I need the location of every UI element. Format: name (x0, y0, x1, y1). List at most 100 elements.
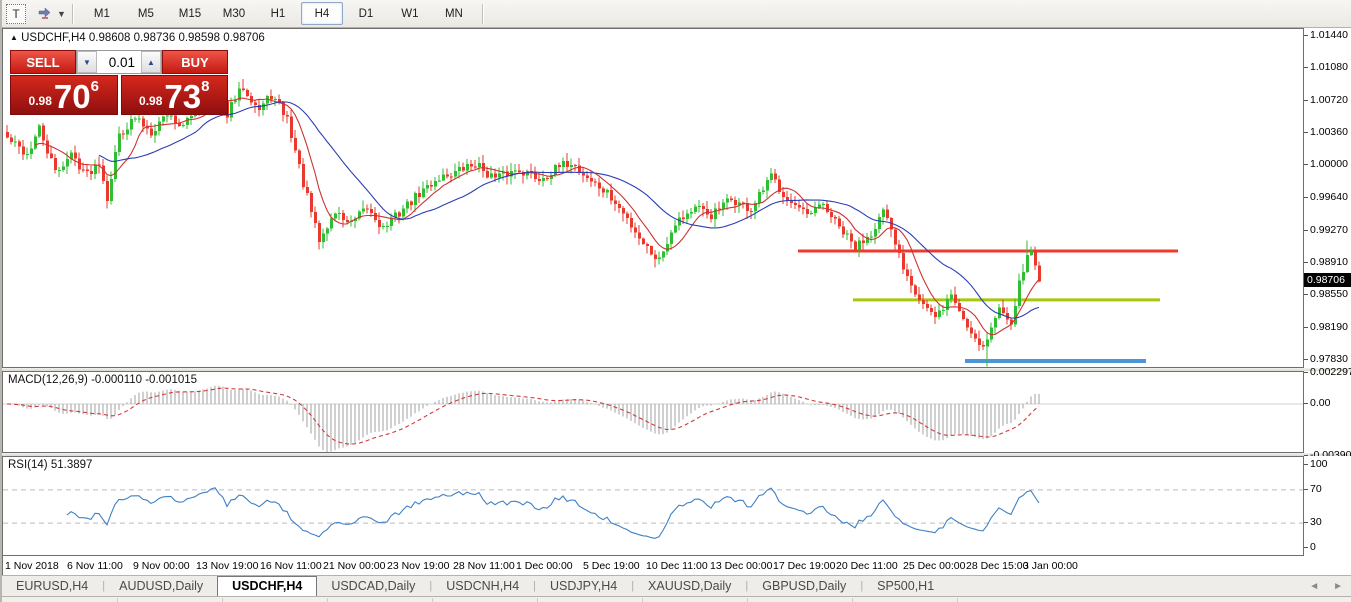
toolbar: T ▼ M1M5M15M30H1H4D1W1MN (2, 0, 1351, 28)
buy-price-prefix: 0.98 (139, 94, 162, 108)
macd-name: MACD(12,26,9) (8, 374, 88, 386)
status-strip (2, 596, 1351, 602)
rsi-axis[interactable]: 100 70 30 0 (1304, 456, 1351, 556)
chart-tab-sp500[interactable]: SP500,H1 (863, 577, 948, 596)
rsi-panel[interactable] (2, 456, 1304, 556)
macd-axis[interactable]: 0.0022970.00-0.003904 (1304, 371, 1351, 453)
status-separator (537, 598, 538, 602)
chart-tab-usdchf[interactable]: USDCHF,H4 (217, 576, 317, 596)
time-axis-label: 5 Dec 19:00 (583, 560, 640, 572)
sell-price-main: 70 (54, 83, 91, 111)
timeframe-button-group: M1M5M15M30H1H4D1W1MN (80, 2, 476, 25)
sell-price-display[interactable]: 0.98 70 6 (10, 75, 118, 115)
mt4-window: T ▼ M1M5M15M30H1H4D1W1MN ▲ USDCHF,H4 0.9… (0, 0, 1351, 602)
time-axis-label: 17 Dec 19:00 (773, 560, 835, 572)
time-axis-label: 10 Dec 11:00 (646, 560, 708, 572)
rsi-value: 51.3897 (51, 459, 93, 471)
one-click-trading-panel: SELL ▼ 0.01 ▲ BUY 0.98 70 6 0.98 73 8 (10, 50, 228, 115)
rsi-axis-label: 0 (1308, 541, 1316, 553)
buy-price-display[interactable]: 0.98 73 8 (121, 75, 229, 115)
chart-tab-audusd[interactable]: AUDUSD,Daily (105, 577, 217, 596)
time-axis-label: 9 Nov 00:00 (133, 560, 190, 572)
ohlc-close: 0.98706 (223, 32, 265, 44)
current-price-tag: 0.98706 (1304, 273, 1351, 287)
time-axis-label: 13 Dec 00:00 (710, 560, 772, 572)
timeframe-button-m30[interactable]: M30 (213, 2, 255, 25)
timeframe-button-m1[interactable]: M1 (81, 2, 123, 25)
chart-tab-gbpusd[interactable]: GBPUSD,Daily (748, 577, 860, 596)
timeframe-button-w1[interactable]: W1 (389, 2, 431, 25)
chart-tab-usdcad[interactable]: USDCAD,Daily (317, 577, 429, 596)
timeframe-button-d1[interactable]: D1 (345, 2, 387, 25)
price-axis-label: 1.00720 (1308, 94, 1348, 106)
volume-up-icon[interactable]: ▲ (141, 51, 161, 73)
price-axis-label: 1.00360 (1308, 126, 1348, 138)
buy-button[interactable]: BUY (162, 50, 228, 74)
volume-field[interactable]: 0.01 (97, 51, 141, 73)
status-separator (852, 598, 853, 602)
buy-price-main: 73 (164, 83, 201, 111)
status-separator (222, 598, 223, 602)
price-axis-label: 0.99640 (1308, 191, 1348, 203)
time-axis-label: 6 Nov 11:00 (67, 560, 123, 572)
status-separator (957, 598, 958, 602)
price-axis-label: 0.98550 (1308, 288, 1348, 300)
time-axis[interactable]: 1 Nov 2018 6 Nov 11:00 9 Nov 00:00 13 Nov 1… (2, 556, 1304, 575)
rsi-axis-label: 100 (1308, 458, 1328, 470)
chart-tab-usdcnh[interactable]: USDCNH,H4 (432, 577, 533, 596)
text-tool-icon[interactable]: T (6, 4, 26, 24)
ohlc-low: 0.98598 (178, 32, 220, 44)
status-separator (642, 598, 643, 602)
status-separator (432, 598, 433, 602)
toolbar-separator (482, 4, 484, 24)
chart-tab-eurusd[interactable]: EURUSD,H4 (2, 577, 102, 596)
price-axis-label: 0.99270 (1308, 224, 1348, 236)
time-axis-label: 13 Nov 19:00 (196, 560, 258, 572)
rsi-axis-label: 30 (1308, 516, 1322, 528)
timeframe-button-m5[interactable]: M5 (125, 2, 167, 25)
swap-arrows-icon[interactable]: ▼ (36, 6, 66, 22)
collapse-triangle-icon[interactable]: ▲ (10, 33, 18, 42)
time-axis-label: 21 Nov 00:00 (323, 560, 385, 572)
macd-values: -0.000110 -0.001015 (91, 374, 197, 386)
chart-tab-usdjpy[interactable]: USDJPY,H4 (536, 577, 631, 596)
timeframe-button-mn[interactable]: MN (433, 2, 475, 25)
chevron-down-icon[interactable]: ▼ (57, 9, 66, 19)
macd-histogram (7, 386, 1039, 452)
price-axis[interactable]: 1.014401.010801.007201.003601.000000.996… (1304, 28, 1351, 368)
macd-label: MACD(12,26,9) -0.000110 -0.001015 (8, 374, 197, 386)
volume-stepper: ▼ 0.01 ▲ (76, 50, 162, 74)
tab-scroll-left-icon[interactable]: ◄ (1309, 581, 1319, 592)
time-axis-label: 28 Dec 15:00 (966, 560, 1028, 572)
macd-canvas[interactable] (3, 372, 1303, 452)
time-axis-label: 3 Jan 00:00 (1023, 560, 1078, 572)
timeframe-button-h1[interactable]: H1 (257, 2, 299, 25)
chart-symbol: USDCHF,H4 (21, 32, 86, 44)
time-axis-label: 20 Dec 11:00 (836, 560, 898, 572)
rsi-axis-label: 70 (1308, 483, 1322, 495)
timeframe-button-m15[interactable]: M15 (169, 2, 211, 25)
buy-price-pip: 8 (201, 78, 209, 95)
tabs: EURUSD,H4|AUDUSD,DailyUSDCHF,H4USDCAD,Da… (2, 576, 948, 596)
ohlc-high: 0.98736 (134, 32, 176, 44)
toolbar-separator (72, 4, 74, 24)
volume-down-icon[interactable]: ▼ (77, 51, 97, 73)
macd-axis-label: 0.00 (1308, 397, 1330, 409)
status-separator (117, 598, 118, 602)
timeframe-button-h4[interactable]: H4 (301, 2, 343, 25)
time-axis-label: 1 Nov 2018 (5, 560, 59, 572)
time-axis-label: 25 Dec 00:00 (903, 560, 965, 572)
sell-button[interactable]: SELL (10, 50, 76, 74)
chart-tab-bar: EURUSD,H4|AUDUSD,DailyUSDCHF,H4USDCAD,Da… (2, 575, 1351, 596)
rsi-name: RSI(14) (8, 459, 48, 471)
price-axis-label: 1.01080 (1308, 61, 1348, 73)
rsi-canvas[interactable] (3, 457, 1303, 555)
candles-group (6, 79, 1041, 366)
time-axis-label: 23 Nov 19:00 (387, 560, 449, 572)
rsi-label: RSI(14) 51.3897 (8, 459, 92, 471)
tab-scroll-buttons: ◄ ► (1299, 581, 1351, 596)
macd-panel[interactable] (2, 371, 1304, 453)
tab-scroll-right-icon[interactable]: ► (1333, 581, 1343, 592)
price-axis-label: 0.97830 (1308, 353, 1348, 365)
chart-tab-xauusd[interactable]: XAUUSD,Daily (634, 577, 745, 596)
